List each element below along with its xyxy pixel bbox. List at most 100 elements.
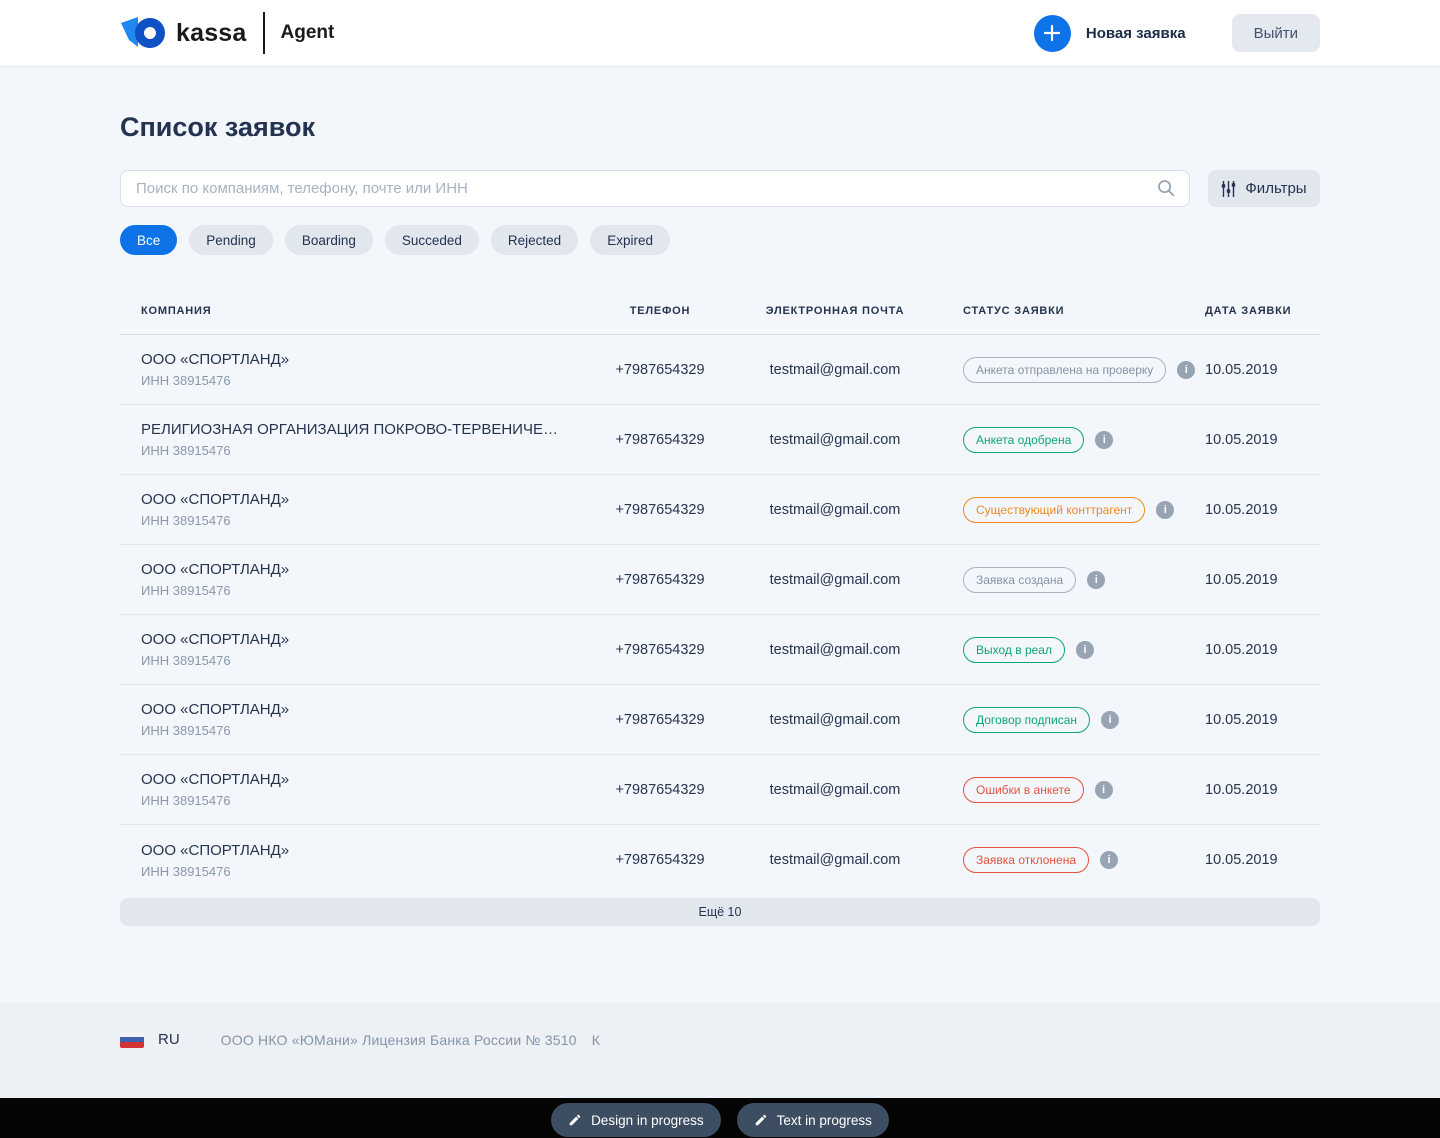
top-bar: kassa Agent Новая заявка Выйти — [0, 0, 1440, 67]
email-value: testmail@gmail.com — [730, 572, 940, 588]
company-inn: ИНН 38915476 — [141, 373, 590, 388]
email-value: testmail@gmail.com — [730, 852, 940, 868]
company-inn: ИНН 38915476 — [141, 723, 590, 738]
brand-logo[interactable]: kassa Agent — [120, 12, 334, 54]
table-row[interactable]: ООО «СПОРТЛАНД» ИНН 38915476 +7987654329… — [120, 475, 1320, 545]
filter-chips: Все Pending Boarding Succeded Rejected Expire… — [120, 225, 1320, 255]
requests-table: КОМПАНИЯ ТЕЛЕФОН ЭЛЕКТРОННАЯ ПОЧТА СТАТУ… — [120, 287, 1320, 895]
company-name: ООО «СПОРТЛАНД» — [141, 631, 590, 648]
column-company: КОМПАНИЯ — [120, 305, 590, 317]
sliders-icon — [1221, 181, 1236, 197]
company-name: ООО «СПОРТЛАНД» — [141, 842, 590, 859]
company-inn: ИНН 38915476 — [141, 443, 590, 458]
status-badge: Выход в реал — [963, 637, 1065, 663]
brand-divider — [263, 12, 265, 54]
info-icon[interactable] — [1177, 361, 1195, 379]
filter-chip[interactable]: Boarding — [285, 225, 373, 255]
brand-name: kassa — [176, 19, 247, 48]
filter-chip[interactable]: Все — [120, 225, 177, 255]
table-header: КОМПАНИЯ ТЕЛЕФОН ЭЛЕКТРОННАЯ ПОЧТА СТАТУ… — [120, 287, 1320, 335]
phone-value: +7987654329 — [590, 572, 730, 588]
phone-value: +7987654329 — [590, 432, 730, 448]
brand-product: Agent — [281, 22, 335, 44]
search-input[interactable] — [120, 170, 1190, 207]
table-row[interactable]: РЕЛИГИОЗНАЯ ОРГАНИЗАЦИЯ ПОКРОВО-ТЕРВЕНИЧ… — [120, 405, 1320, 475]
company-inn: ИНН 38915476 — [141, 793, 590, 808]
filter-chip[interactable]: Pending — [189, 225, 273, 255]
date-value: 10.05.2019 — [1205, 642, 1320, 658]
status-badge: Анкета отправлена на проверку — [963, 357, 1166, 383]
filters-button[interactable]: Фильтры — [1208, 170, 1320, 207]
yookassa-logo-icon — [120, 14, 166, 52]
language-switcher[interactable]: RU — [120, 1031, 180, 1048]
company-inn: ИНН 38915476 — [141, 513, 590, 528]
info-icon[interactable] — [1156, 501, 1174, 519]
table-row[interactable]: ООО «СПОРТЛАНД» ИНН 38915476 +7987654329… — [120, 335, 1320, 405]
phone-value: +7987654329 — [590, 642, 730, 658]
email-value: testmail@gmail.com — [730, 432, 940, 448]
phone-value: +7987654329 — [590, 502, 730, 518]
date-value: 10.05.2019 — [1205, 852, 1320, 868]
text-progress-badge: Text in progress — [737, 1103, 889, 1137]
info-icon[interactable] — [1100, 851, 1118, 869]
main-content: Список заявок Фильтры — [120, 67, 1320, 926]
phone-value: +7987654329 — [590, 782, 730, 798]
company-name: ООО «СПОРТЛАНД» — [141, 491, 590, 508]
language-label: RU — [158, 1031, 180, 1048]
table-row[interactable]: ООО «СПОРТЛАНД» ИНН 38915476 +7987654329… — [120, 685, 1320, 755]
filter-chip[interactable]: Expired — [590, 225, 670, 255]
email-value: testmail@gmail.com — [730, 782, 940, 798]
table-row[interactable]: ООО «СПОРТЛАНД» ИНН 38915476 +7987654329… — [120, 755, 1320, 825]
page-title: Список заявок — [120, 67, 1320, 143]
status-badge: Анкета одобрена — [963, 427, 1084, 453]
app-root: kassa Agent Новая заявка Выйти Список за… — [0, 0, 1440, 1138]
load-more-button[interactable]: Ещё 10 — [120, 898, 1320, 926]
pencil-icon — [568, 1113, 582, 1127]
column-phone: ТЕЛЕФОН — [590, 305, 730, 317]
date-value: 10.05.2019 — [1205, 712, 1320, 728]
email-value: testmail@gmail.com — [730, 712, 940, 728]
license-suffix: К — [592, 1032, 600, 1048]
info-icon[interactable] — [1101, 711, 1119, 729]
status-badge: Заявка создана — [963, 567, 1076, 593]
filters-label: Фильтры — [1245, 180, 1306, 197]
table-row[interactable]: ООО «СПОРТЛАНД» ИНН 38915476 +7987654329… — [120, 615, 1320, 685]
company-inn: ИНН 38915476 — [141, 864, 590, 879]
info-icon[interactable] — [1095, 431, 1113, 449]
license-text: ООО НКО «ЮМани» Лицензия Банка России № … — [221, 1032, 577, 1048]
date-value: 10.05.2019 — [1205, 782, 1320, 798]
status-badge: Ошибки в анкете — [963, 777, 1084, 803]
email-value: testmail@gmail.com — [730, 502, 940, 518]
company-name: ООО «СПОРТЛАНД» — [141, 701, 590, 718]
company-name: ООО «СПОРТЛАНД» — [141, 351, 590, 368]
logout-button[interactable]: Выйти — [1232, 14, 1320, 52]
footer: RU ООО НКО «ЮМани» Лицензия Банка России… — [0, 1003, 1440, 1098]
status-badge: Договор подписан — [963, 707, 1090, 733]
dev-progress-bar: Design in progress Text in progress — [0, 1098, 1440, 1138]
column-date: ДАТА ЗАЯВКИ — [1205, 305, 1320, 317]
new-request-label: Новая заявка — [1086, 25, 1186, 42]
filter-chip[interactable]: Rejected — [491, 225, 578, 255]
phone-value: +7987654329 — [590, 712, 730, 728]
table-row[interactable]: ООО «СПОРТЛАНД» ИНН 38915476 +7987654329… — [120, 545, 1320, 615]
russia-flag-icon — [120, 1031, 144, 1048]
company-name: РЕЛИГИОЗНАЯ ОРГАНИЗАЦИЯ ПОКРОВО-ТЕРВЕНИЧ… — [141, 421, 590, 438]
info-icon[interactable] — [1087, 571, 1105, 589]
column-email: ЭЛЕКТРОННАЯ ПОЧТА — [730, 305, 940, 317]
phone-value: +7987654329 — [590, 362, 730, 378]
date-value: 10.05.2019 — [1205, 362, 1320, 378]
date-value: 10.05.2019 — [1205, 502, 1320, 518]
filter-chip[interactable]: Succeded — [385, 225, 479, 255]
search-icon[interactable] — [1156, 178, 1176, 203]
status-badge: Заявка отклонена — [963, 847, 1089, 873]
date-value: 10.05.2019 — [1205, 432, 1320, 448]
info-icon[interactable] — [1076, 641, 1094, 659]
company-name: ООО «СПОРТЛАНД» — [141, 561, 590, 578]
phone-value: +7987654329 — [590, 852, 730, 868]
info-icon[interactable] — [1095, 781, 1113, 799]
table-row[interactable]: ООО «СПОРТЛАНД» ИНН 38915476 +7987654329… — [120, 825, 1320, 895]
company-inn: ИНН 38915476 — [141, 583, 590, 598]
pencil-icon — [754, 1113, 768, 1127]
new-request-button[interactable]: Новая заявка — [1034, 15, 1186, 52]
column-status: СТАТУС ЗАЯВКИ — [940, 305, 1205, 317]
